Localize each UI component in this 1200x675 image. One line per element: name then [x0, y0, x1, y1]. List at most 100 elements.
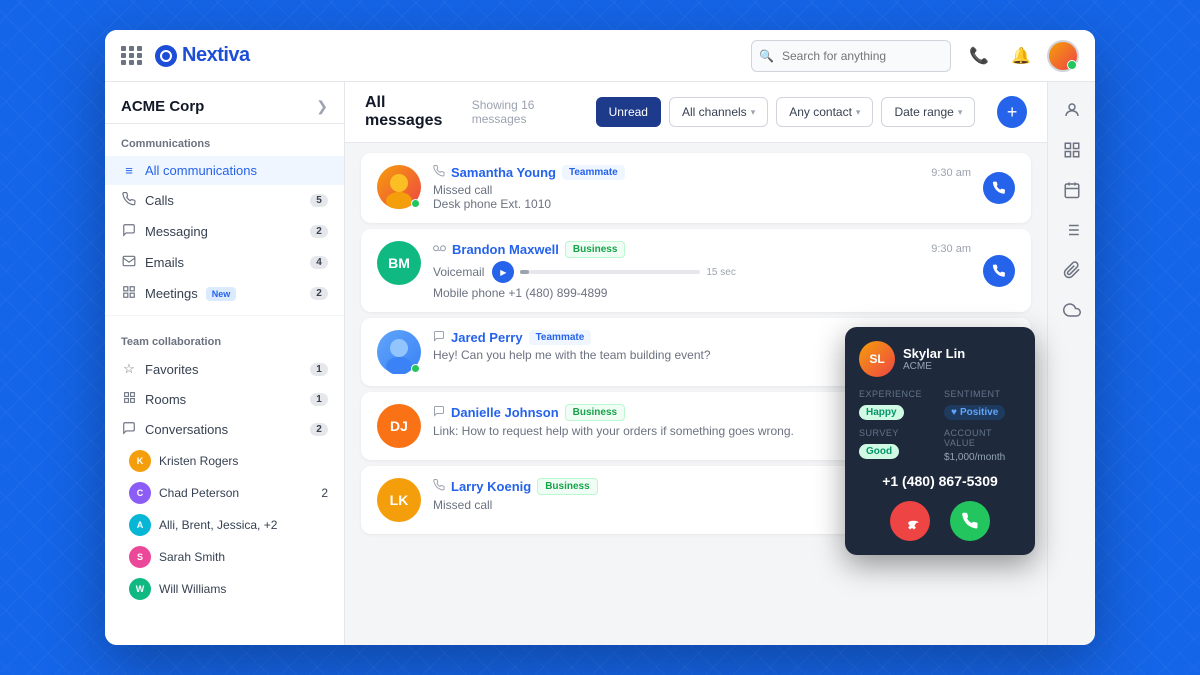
nav-actions: 📞 🔔: [963, 40, 1079, 72]
sidebar-item-emails[interactable]: Emails 4: [105, 247, 344, 278]
caller-stats: EXPERIENCE Happy SENTIMENT Positive SURV…: [859, 389, 1021, 463]
samantha-online-indicator: [411, 199, 420, 208]
samantha-time: 9:30 am: [931, 167, 971, 179]
dashboard-icon[interactable]: [1054, 132, 1090, 168]
filter-date-button[interactable]: Date range ▾: [881, 97, 975, 127]
jared-online-indicator: [411, 364, 420, 373]
danielle-name: Danielle Johnson: [451, 405, 559, 420]
sidebar: ACME Corp ❯ Communications ≡ All communi…: [105, 82, 345, 645]
messages-subtitle: Showing 16 messages: [472, 98, 584, 126]
calls-icon: [121, 192, 137, 209]
brandon-avatar: BM: [377, 241, 421, 285]
calendar-icon[interactable]: [1054, 172, 1090, 208]
brandon-time: 9:30 am: [931, 243, 971, 255]
samantha-tag: Teammate: [562, 165, 625, 180]
sidebar-item-messaging[interactable]: Messaging 2: [105, 216, 344, 247]
sentiment-label: SENTIMENT: [944, 389, 1021, 399]
app-window: Nextiva 🔍 📞 🔔 ACME Corp ❯ Communications…: [105, 30, 1095, 645]
filter-channels-button[interactable]: All channels ▾: [669, 97, 768, 127]
samantha-name: Samantha Young: [451, 165, 556, 180]
contacts-icon[interactable]: [1054, 92, 1090, 128]
team-section-label: Team collaboration: [105, 322, 344, 354]
alli-avatar: A: [129, 514, 151, 536]
sidebar-item-all-communications[interactable]: ≡ All communications: [105, 156, 344, 185]
cloud-icon[interactable]: [1054, 292, 1090, 328]
sentiment-value: Positive: [944, 405, 1005, 420]
right-icon-bar: [1047, 82, 1095, 645]
company-name: ACME Corp: [121, 98, 204, 115]
sidebar-divider: [105, 315, 344, 316]
sarah-label: Sarah Smith: [159, 550, 225, 564]
jared-tag: Teammate: [529, 330, 592, 345]
messages-title: All messages: [365, 94, 460, 130]
chad-badge: 2: [321, 486, 328, 500]
notification-bell-button[interactable]: 🔔: [1005, 40, 1037, 72]
sidebar-item-meetings[interactable]: Meetings New 2: [105, 278, 344, 309]
favorites-badge: 1: [310, 363, 328, 376]
conversations-badge: 2: [310, 423, 328, 436]
favorites-label: Favorites: [145, 362, 198, 377]
voicemail-type-icon: [433, 242, 446, 258]
sidebar-subitem-sarah[interactable]: S Sarah Smith: [105, 541, 344, 573]
message-card-brandon[interactable]: BM Brandon Maxwell Business Voicemail ▶: [361, 229, 1031, 312]
favorites-icon: ☆: [121, 361, 137, 377]
filter-unread-button[interactable]: Unread: [596, 97, 661, 127]
attachments-icon[interactable]: [1054, 252, 1090, 288]
caller-avatar: SL: [859, 341, 895, 377]
sidebar-item-calls[interactable]: Calls 5: [105, 185, 344, 216]
samantha-call-button[interactable]: [983, 172, 1015, 204]
decline-call-button[interactable]: [890, 501, 930, 541]
voicemail-progress-bar[interactable]: [520, 270, 700, 274]
voicemail-play-button[interactable]: ▶: [492, 261, 514, 283]
messaging-label: Messaging: [145, 224, 208, 239]
sidebar-subitem-kristen[interactable]: K Kristen Rogers: [105, 445, 344, 477]
calls-badge: 5: [310, 194, 328, 207]
will-label: Will Williams: [159, 582, 226, 596]
sidebar-item-conversations[interactable]: Conversations 2: [105, 414, 344, 445]
sarah-avatar: S: [129, 546, 151, 568]
danielle-tag: Business: [565, 404, 625, 421]
will-avatar: W: [129, 578, 151, 600]
emails-label: Emails: [145, 255, 184, 270]
communications-section-label: Communications: [105, 124, 344, 156]
voicemail-player: Voicemail ▶ 15 sec: [433, 261, 919, 283]
account-value-stat: ACCOUNT VALUE $1,000/month: [944, 428, 1021, 463]
voicemail-progress-fill: [520, 270, 529, 274]
alli-label: Alli, Brent, Jessica, +2: [159, 518, 277, 532]
sidebar-item-favorites[interactable]: ☆ Favorites 1: [105, 354, 344, 384]
phone-nav-button[interactable]: 📞: [963, 40, 995, 72]
grid-menu-icon[interactable]: [121, 46, 143, 65]
brandon-header: Brandon Maxwell Business: [433, 241, 919, 258]
samantha-avatar: [377, 165, 421, 209]
meetings-icon: [121, 285, 137, 302]
account-label: ACCOUNT VALUE: [944, 428, 1021, 448]
experience-value: Happy: [859, 405, 904, 420]
messages-header: All messages Showing 16 messages Unread …: [345, 82, 1047, 143]
add-message-button[interactable]: +: [997, 96, 1027, 128]
search-input[interactable]: [751, 40, 951, 72]
sidebar-item-rooms[interactable]: Rooms 1: [105, 384, 344, 414]
brandon-call-button[interactable]: [983, 255, 1015, 287]
sidebar-collapse-icon[interactable]: ❯: [316, 98, 328, 115]
logo: Nextiva: [155, 44, 250, 67]
sidebar-header: ACME Corp ❯: [105, 82, 344, 124]
all-comms-label: All communications: [145, 163, 257, 178]
sentiment-stat: SENTIMENT Positive: [944, 389, 1021, 420]
filter-contact-button[interactable]: Any contact ▾: [776, 97, 873, 127]
messaging-badge: 2: [310, 225, 328, 238]
search-icon: 🔍: [759, 49, 774, 63]
tasks-icon[interactable]: [1054, 212, 1090, 248]
brandon-tag: Business: [565, 241, 625, 258]
message-card-samantha[interactable]: Samantha Young Teammate Missed call Desk…: [361, 153, 1031, 223]
rooms-icon: [121, 391, 137, 407]
top-nav: Nextiva 🔍 📞 🔔: [105, 30, 1095, 82]
user-avatar[interactable]: [1047, 40, 1079, 72]
accept-call-button[interactable]: [950, 501, 990, 541]
date-chevron-icon: ▾: [958, 107, 963, 118]
popup-caller-info: SL Skylar Lin ACME: [859, 341, 1021, 377]
account-value: $1,000/month: [944, 451, 1021, 463]
sidebar-subitem-chad[interactable]: C Chad Peterson 2: [105, 477, 344, 509]
sidebar-subitem-will[interactable]: W Will Williams: [105, 573, 344, 605]
jared-avatar: [377, 330, 421, 374]
sidebar-subitem-alli[interactable]: A Alli, Brent, Jessica, +2: [105, 509, 344, 541]
